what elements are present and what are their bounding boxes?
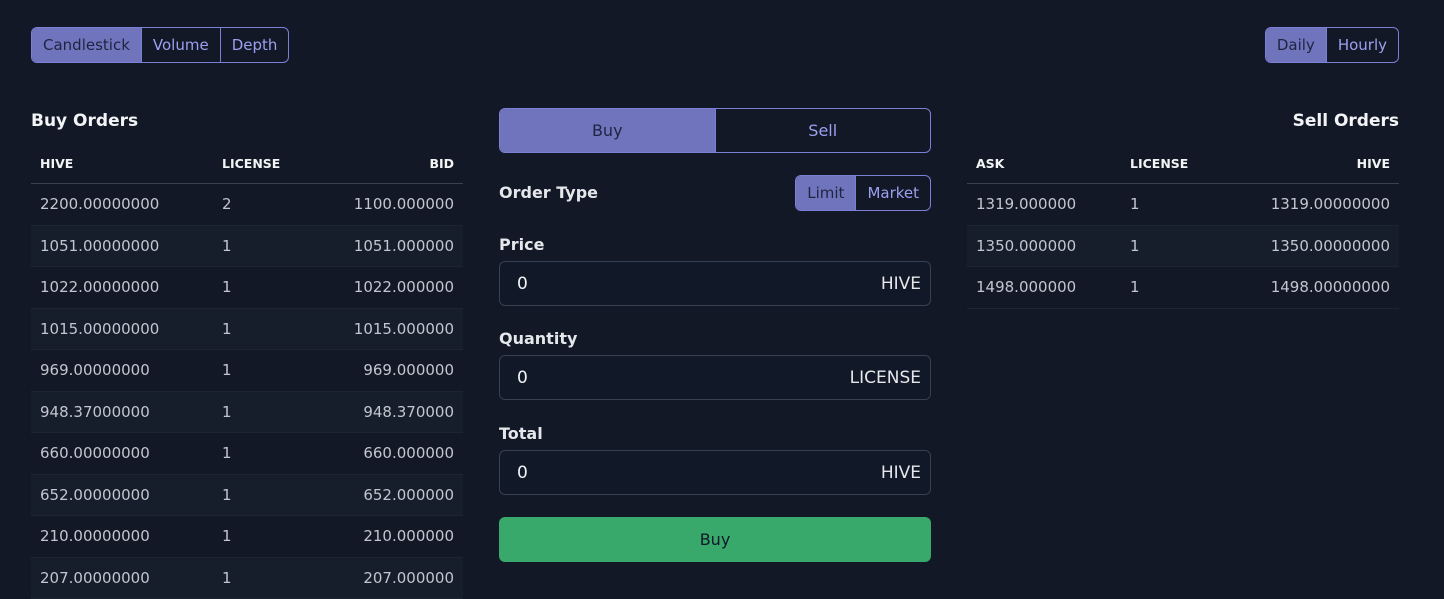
tab-daily[interactable]: Daily [1266,28,1326,62]
table-cell: 1 [222,527,332,545]
table-cell: 948.370000 [332,403,454,421]
column-header: ASK [976,156,1130,171]
tab-depth[interactable]: Depth [220,28,289,62]
tab-candlestick[interactable]: Candlestick [32,28,141,62]
column-header: HIVE [1240,156,1390,171]
tab-buy[interactable]: Buy [500,109,715,152]
buy-sell-tabs: Buy Sell [499,108,931,153]
table-cell: 1051.00000000 [40,237,222,255]
table-cell: 660.00000000 [40,444,222,462]
column-header: BID [332,156,454,171]
table-row[interactable]: 1015.0000000011015.000000 [31,309,463,351]
table-cell: 1 [222,320,332,338]
table-header: HIVE LICENSE BID [31,144,463,184]
table-row[interactable]: 969.000000001969.000000 [31,350,463,392]
column-header: LICENSE [222,156,332,171]
quantity-input[interactable] [515,367,850,389]
table-cell: 210.00000000 [40,527,222,545]
quantity-unit: LICENSE [850,368,921,388]
table-cell: 652.00000000 [40,486,222,504]
price-field: HIVE [499,261,931,306]
buy-orders-rows: 2200.0000000021100.0000001051.0000000011… [31,184,463,599]
table-cell: 1319.00000000 [1240,195,1390,213]
tab-sell[interactable]: Sell [715,109,931,152]
buy-orders-title: Buy Orders [31,111,138,131]
table-row[interactable]: 1350.00000011350.00000000 [967,226,1399,268]
table-cell: 210.000000 [332,527,454,545]
table-cell: 660.000000 [332,444,454,462]
table-cell: 1 [1130,237,1240,255]
table-cell: 1015.000000 [332,320,454,338]
table-cell: 1051.000000 [332,237,454,255]
total-unit: HIVE [881,463,921,483]
table-cell: 1022.000000 [332,278,454,296]
table-cell: 1022.00000000 [40,278,222,296]
tab-limit[interactable]: Limit [796,176,855,210]
table-cell: 207.000000 [332,569,454,587]
table-row[interactable]: 2200.0000000021100.000000 [31,184,463,226]
table-row[interactable]: 207.000000001207.000000 [31,558,463,599]
quantity-label: Quantity [499,329,577,348]
table-cell: 2 [222,195,332,213]
price-unit: HIVE [881,274,921,294]
tab-hourly[interactable]: Hourly [1326,28,1398,62]
table-cell: 2200.00000000 [40,195,222,213]
order-type-tabs: Limit Market [795,175,931,211]
table-cell: 969.000000 [332,361,454,379]
sell-orders-rows: 1319.00000011319.000000001350.0000001135… [967,184,1399,309]
table-cell: 1 [222,444,332,462]
submit-buy-button[interactable]: Buy [499,517,931,562]
table-header: ASK LICENSE HIVE [967,144,1399,184]
table-cell: 1498.000000 [976,278,1130,296]
table-cell: 1350.000000 [976,237,1130,255]
total-label: Total [499,424,543,443]
price-label: Price [499,235,544,254]
table-cell: 1 [222,278,332,296]
table-row[interactable]: 1022.0000000011022.000000 [31,267,463,309]
buy-orders-table: HIVE LICENSE BID 2200.0000000021100.0000… [31,144,463,599]
table-row[interactable]: 1498.00000011498.00000000 [967,267,1399,309]
quantity-field: LICENSE [499,355,931,400]
table-row[interactable]: 210.000000001210.000000 [31,516,463,558]
total-field: HIVE [499,450,931,495]
sell-orders-title: Sell Orders [1293,111,1399,131]
table-row[interactable]: 948.370000001948.370000 [31,392,463,434]
table-cell: 948.37000000 [40,403,222,421]
table-cell: 1 [222,486,332,504]
total-input[interactable] [515,462,881,484]
chart-type-tabs: Candlestick Volume Depth [31,27,289,63]
sell-orders-table: ASK LICENSE HIVE 1319.00000011319.000000… [967,144,1399,309]
table-row[interactable]: 652.000000001652.000000 [31,475,463,517]
table-cell: 652.000000 [332,486,454,504]
table-row[interactable]: 660.000000001660.000000 [31,433,463,475]
table-cell: 207.00000000 [40,569,222,587]
tab-market[interactable]: Market [855,176,930,210]
table-cell: 1319.000000 [976,195,1130,213]
table-cell: 1350.00000000 [1240,237,1390,255]
table-cell: 1 [222,569,332,587]
table-row[interactable]: 1051.0000000011051.000000 [31,226,463,268]
table-cell: 1015.00000000 [40,320,222,338]
period-tabs: Daily Hourly [1265,27,1399,63]
table-cell: 1 [222,237,332,255]
table-row[interactable]: 1319.00000011319.00000000 [967,184,1399,226]
table-cell: 1498.00000000 [1240,278,1390,296]
table-cell: 1 [222,361,332,379]
order-type-label: Order Type [499,183,598,202]
column-header: HIVE [40,156,222,171]
table-cell: 1 [222,403,332,421]
tab-volume[interactable]: Volume [141,28,220,62]
table-cell: 969.00000000 [40,361,222,379]
price-input[interactable] [515,273,881,295]
table-cell: 1 [1130,278,1240,296]
table-cell: 1100.000000 [332,195,454,213]
column-header: LICENSE [1130,156,1240,171]
table-cell: 1 [1130,195,1240,213]
